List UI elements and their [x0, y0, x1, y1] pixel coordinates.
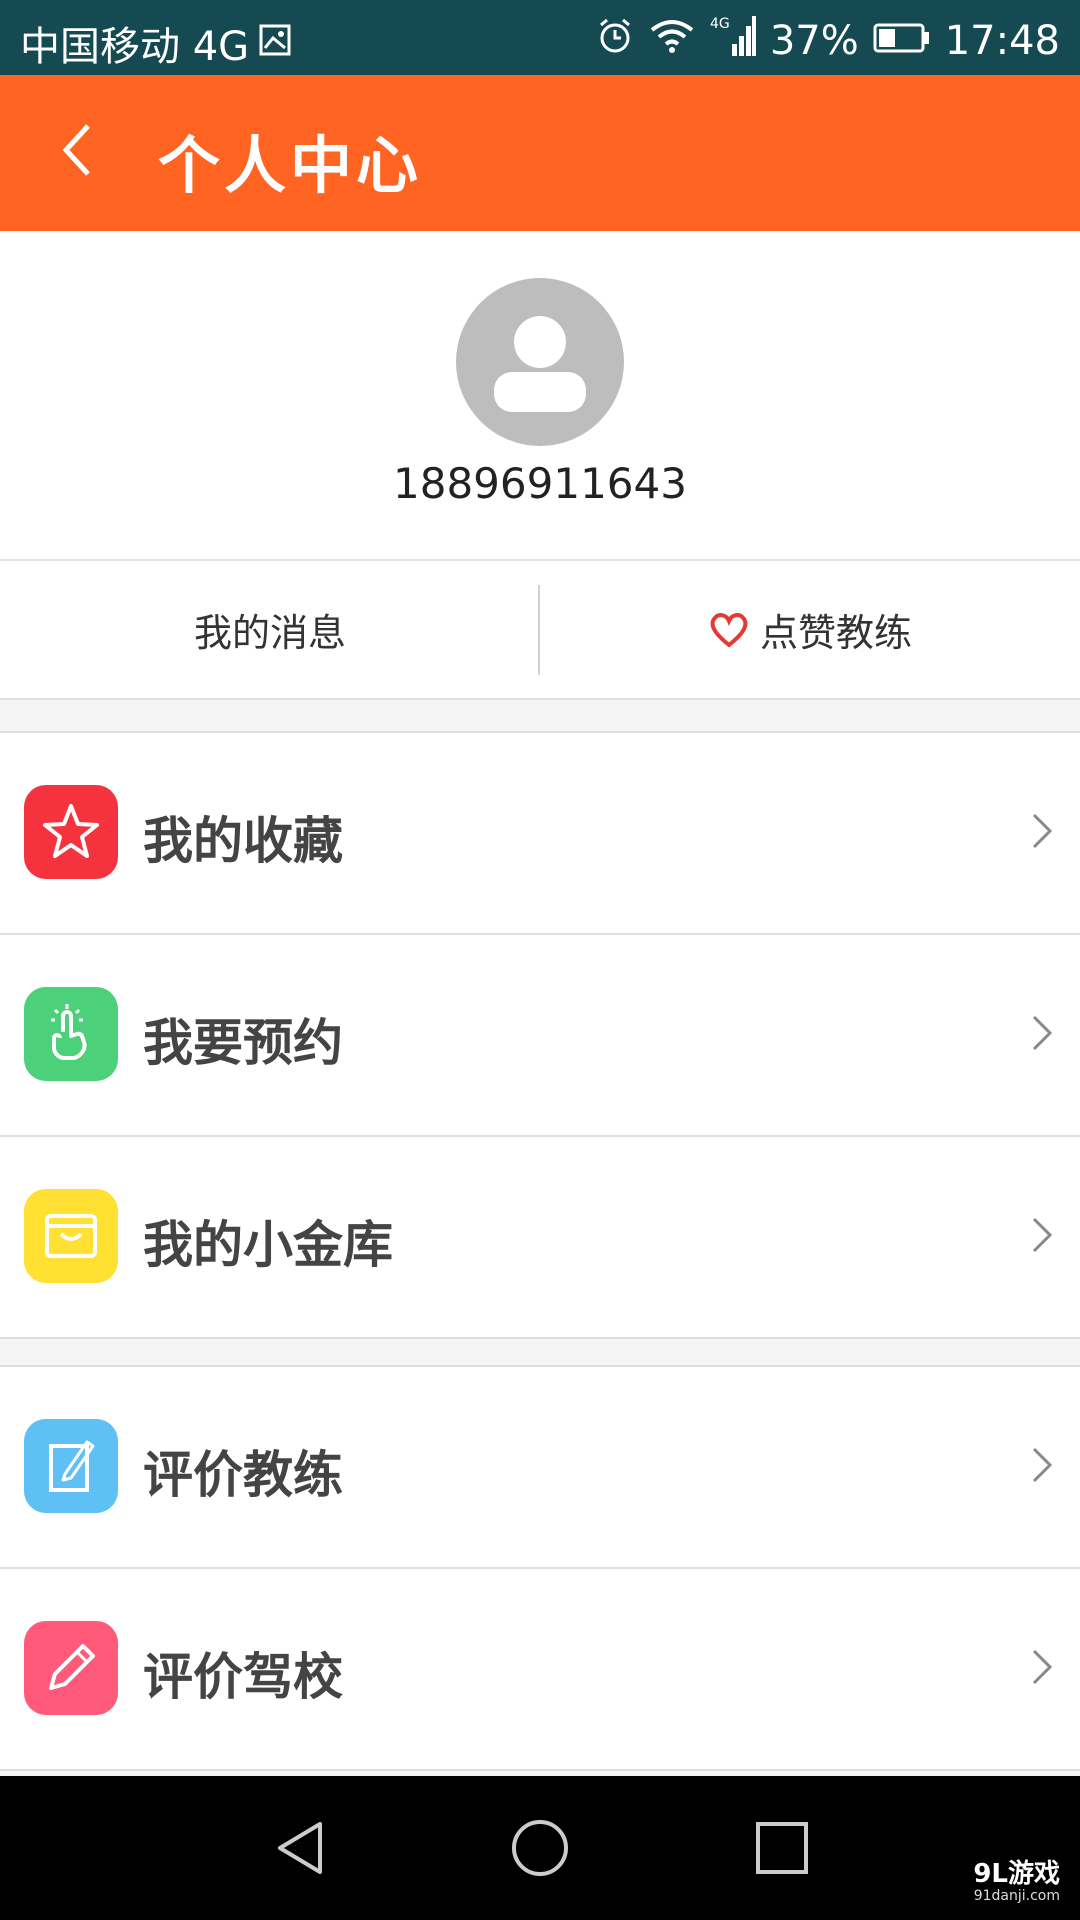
chevron-right-icon [1030, 1445, 1054, 1485]
wifi-icon [648, 18, 696, 64]
profile-tabs: 我的消息 点赞教练 [0, 559, 1080, 700]
watermark: 9L游戏 91danji.com [973, 1860, 1060, 1904]
chevron-right-icon [1030, 1215, 1054, 1255]
back-triangle-icon[interactable] [272, 1818, 328, 1882]
menu-item-label: 我的收藏 [143, 812, 343, 870]
liked-coaches-label: 点赞教练 [759, 611, 912, 655]
tap-hand-icon [24, 987, 118, 1081]
page-title: 个人中心 [158, 129, 423, 202]
edit-note-icon [24, 1419, 118, 1513]
menu-item-label: 评价教练 [143, 1446, 343, 1504]
menu-item-label: 评价驾校 [143, 1648, 343, 1706]
system-nav-bar: 9L游戏 91danji.com [0, 1776, 1080, 1920]
carrier-label: 中国移动 4G [20, 24, 250, 70]
image-icon [259, 20, 291, 66]
chevron-left-icon[interactable] [58, 120, 98, 180]
profile-section: 18896911643 [0, 231, 1080, 559]
signal-icon: 4G [710, 14, 756, 68]
home-circle-icon[interactable] [510, 1818, 570, 1882]
menu-item-rate-coach[interactable]: 评价教练 [0, 1367, 1080, 1569]
alarm-icon [596, 17, 634, 65]
menu-item-label: 我要预约 [143, 1014, 343, 1072]
battery-icon [873, 18, 931, 64]
my-messages-label: 我的消息 [193, 611, 346, 655]
menu-group-primary: 我的收藏 我要预约 我的小金库 [0, 731, 1080, 1339]
user-phone: 18896911643 [393, 459, 687, 508]
user-avatar-icon[interactable] [456, 278, 624, 446]
battery-percent: 37% [769, 18, 859, 64]
app-header: 个人中心 [0, 75, 1080, 231]
liked-coaches-tab[interactable]: 点赞教练 [540, 561, 1080, 698]
watermark-url: 91danji.com [973, 1887, 1060, 1904]
menu-item-booking[interactable]: 我要预约 [0, 935, 1080, 1137]
clock-time: 17:48 [944, 18, 1060, 64]
menu-item-label: 我的小金库 [143, 1216, 393, 1274]
star-icon [24, 785, 118, 879]
chevron-right-icon [1030, 1013, 1054, 1053]
menu-item-favorites[interactable]: 我的收藏 [0, 733, 1080, 935]
svg-text:4G: 4G [710, 16, 730, 32]
menu-item-rate-school[interactable]: 评价驾校 [0, 1569, 1080, 1769]
recents-square-icon[interactable] [754, 1820, 810, 1880]
menu-group-reviews: 评价教练 评价驾校 [0, 1365, 1080, 1771]
pencil-icon [24, 1621, 118, 1715]
chevron-right-icon [1030, 811, 1054, 851]
menu-item-wallet[interactable]: 我的小金库 [0, 1137, 1080, 1337]
status-bar: 中国移动 4G 4G 37% 17:48 [0, 0, 1080, 75]
chevron-right-icon [1030, 1647, 1054, 1687]
wallet-box-icon [24, 1189, 118, 1283]
watermark-brand: 9L游戏 [973, 1859, 1060, 1890]
heart-icon [708, 611, 750, 649]
my-messages-tab[interactable]: 我的消息 [0, 561, 540, 698]
